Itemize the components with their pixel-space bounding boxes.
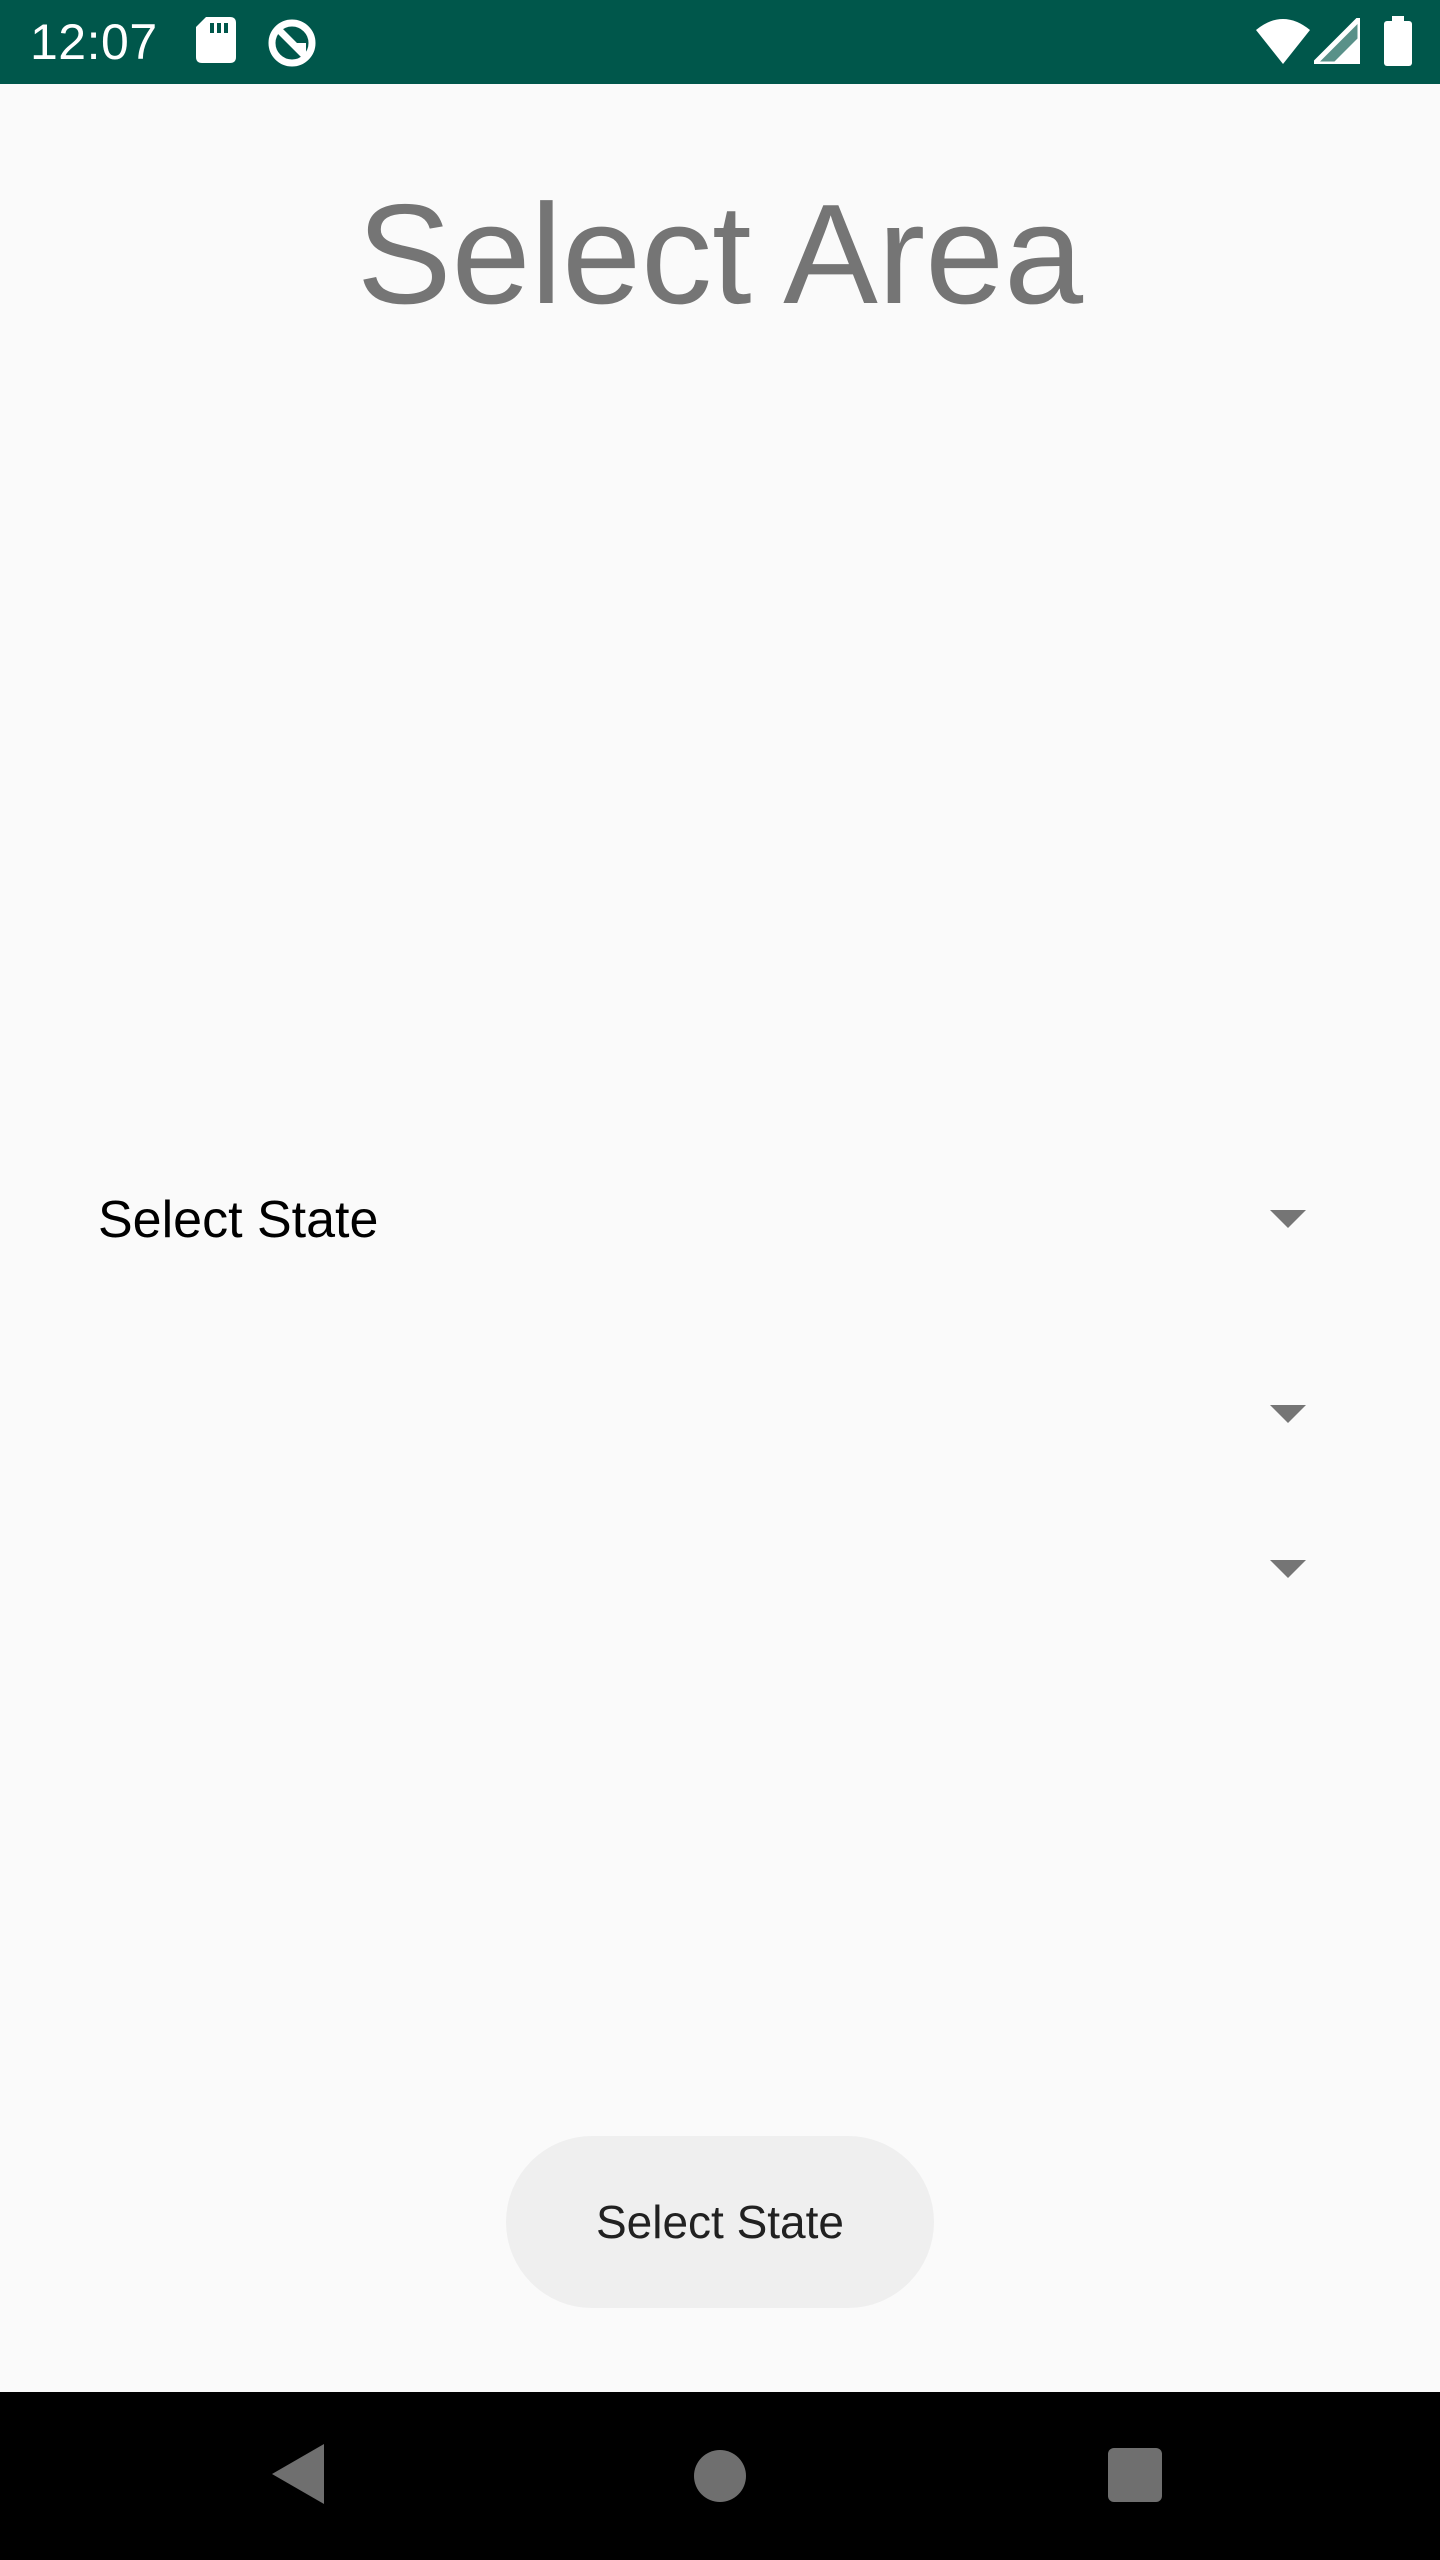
district-spinner[interactable] [76, 1355, 1316, 1475]
dropdown-arrow-icon [1270, 1405, 1306, 1423]
select-state-button[interactable]: Select State [506, 2136, 934, 2308]
app-screen: 12:07 Select Area Select State Select St… [0, 0, 1440, 2560]
page-title: Select Area [356, 175, 1084, 334]
status-time: 12:07 [30, 14, 158, 70]
navigation-bar [0, 2392, 1440, 2560]
status-bar: 12:07 [0, 0, 1440, 84]
state-spinner-value: Select State [98, 1191, 379, 1249]
sync-icon [266, 17, 318, 74]
dropdown-arrow-icon [1270, 1210, 1306, 1228]
dropdown-arrow-icon [1270, 1560, 1306, 1578]
recents-icon[interactable] [1108, 2448, 1162, 2502]
wifi-icon [1256, 18, 1310, 69]
state-spinner[interactable]: Select State [76, 1160, 1316, 1280]
area-spinner[interactable] [76, 1510, 1316, 1630]
cell-signal-icon [1307, 11, 1363, 69]
home-icon[interactable] [694, 2450, 746, 2502]
sd-card-icon [196, 17, 236, 68]
back-icon[interactable] [272, 2444, 324, 2509]
battery-icon [1384, 16, 1412, 71]
